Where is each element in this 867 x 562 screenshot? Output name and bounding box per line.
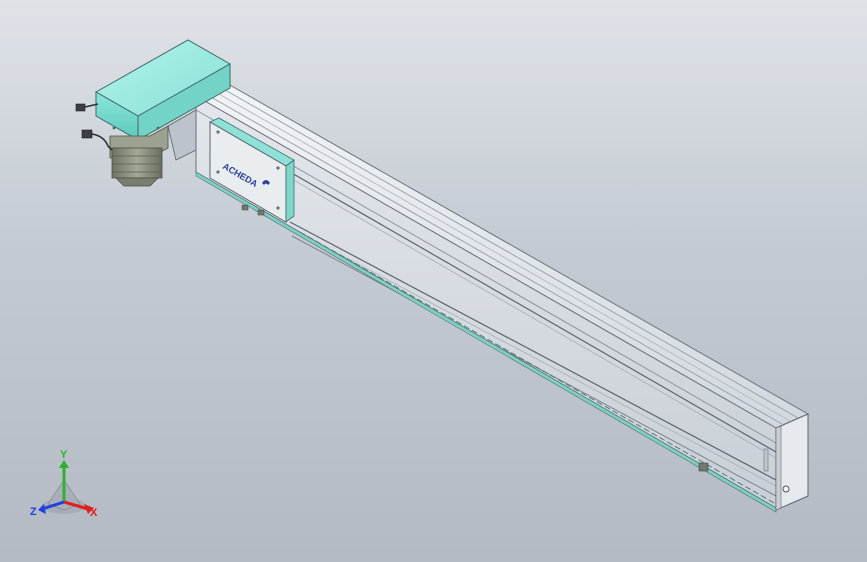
carriage-side <box>285 159 295 223</box>
end-cap-hole <box>782 485 790 493</box>
rail-groove-line <box>211 89 791 422</box>
carriage-screw <box>216 130 220 134</box>
connector-icon[interactable] <box>75 103 86 112</box>
cad-viewport[interactable]: ACHEDA Y X Z <box>0 0 867 562</box>
motor-end-cap <box>115 177 159 187</box>
connector-icon[interactable] <box>81 129 93 139</box>
rail-profile-line <box>289 177 777 459</box>
rail-profile-line <box>289 171 777 453</box>
rail-groove-line <box>219 86 799 419</box>
carriage-screw <box>276 206 280 210</box>
triad-x-label: X <box>90 507 98 519</box>
cable <box>91 133 113 151</box>
rail-groove-line <box>203 92 783 425</box>
motor-body <box>111 147 163 179</box>
cover-screw <box>156 126 160 130</box>
model-view[interactable]: ACHEDA <box>0 0 867 562</box>
orientation-triad[interactable]: Y X Z <box>26 446 106 522</box>
carriage-screw <box>216 170 220 174</box>
rail-bracket <box>698 462 709 472</box>
linear-rail[interactable] <box>194 83 810 513</box>
rail-end-cap-face <box>775 425 782 511</box>
carriage-tab <box>241 204 249 211</box>
cover-screw <box>112 126 116 130</box>
carriage-tab <box>257 209 265 216</box>
triad-y-label: Y <box>60 449 68 461</box>
rail-bottom-strip <box>195 171 777 513</box>
triad-y-arrow <box>59 460 69 468</box>
carriage-screw <box>276 166 280 170</box>
end-cap-slot <box>763 448 769 472</box>
triad-z-label: Z <box>30 506 37 518</box>
